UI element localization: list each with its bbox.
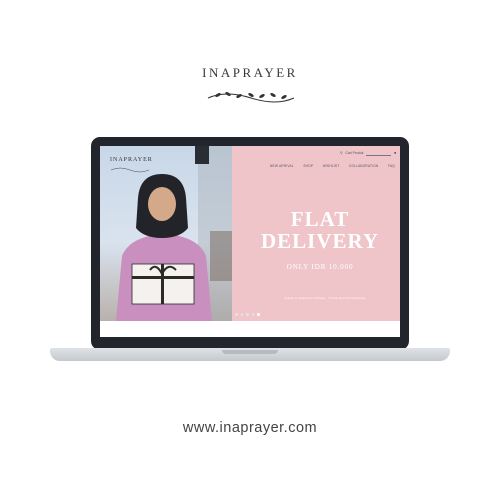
site-nav: NEW ARRIVAL SHOP WISHLIST COLLABORATION … — [270, 164, 395, 168]
cart-icon[interactable]: ■ — [394, 151, 396, 155]
nav-item-faq[interactable]: FAQ — [388, 164, 395, 168]
website-url[interactable]: www.inaprayer.com — [0, 420, 500, 436]
nav-item-wishlist[interactable]: WISHLIST — [323, 164, 340, 168]
laptop-notch — [222, 350, 278, 354]
brand-logo: INAPRAYER — [202, 65, 298, 80]
carousel-dot[interactable] — [246, 313, 249, 316]
nav-item-shop[interactable]: SHOP — [303, 164, 313, 168]
screen-bottom-strip — [100, 321, 400, 337]
carousel-dot[interactable] — [251, 313, 254, 316]
site-vine-icon — [110, 167, 150, 173]
headline-line-2: DELIVERY — [260, 229, 380, 254]
carousel-dots — [235, 313, 260, 316]
search-input[interactable]: Cari Produk — [345, 151, 363, 155]
search-icon[interactable]: ⚲ — [340, 151, 342, 155]
site-logo[interactable]: INAPRAYER — [110, 157, 153, 163]
banner-headline: FLAT DELIVERY — [250, 208, 390, 252]
banner-fine-print: syarat & ketentuan berlaku, *untuk selur… — [284, 296, 366, 300]
headline-line-1: FLAT — [290, 207, 350, 231]
carousel-dot[interactable] — [235, 313, 238, 316]
nav-item-collaboration[interactable]: COLLABORATION — [349, 164, 378, 168]
carousel-dot[interactable] — [240, 313, 243, 316]
banner-subheadline: ONLY IDR 10.000 — [286, 263, 354, 271]
site-search[interactable]: ⚲ Cari Produk ■ — [340, 149, 396, 157]
nav-item-new-arrival[interactable]: NEW ARRIVAL — [270, 164, 294, 168]
laptop-screen: INAPRAYER ⚲ Cari Produk ■ NEW ARRIVAL SH… — [100, 146, 400, 337]
vine-ornament-icon — [207, 92, 295, 103]
carousel-dot-active[interactable] — [257, 313, 260, 316]
